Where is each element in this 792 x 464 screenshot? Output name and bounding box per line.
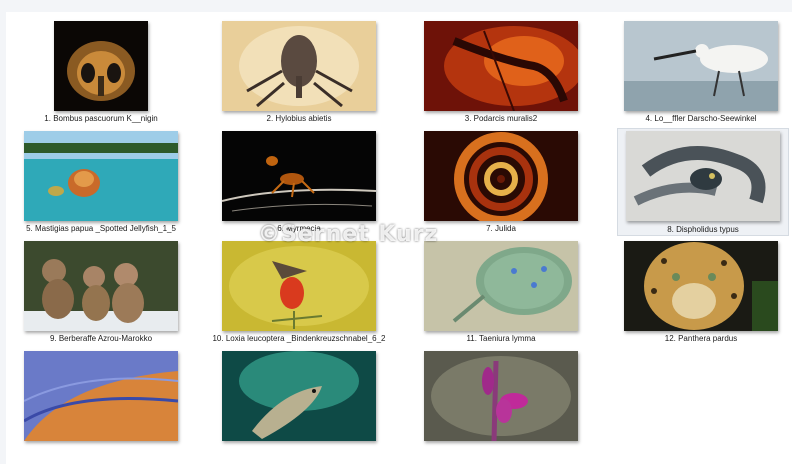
file-item-11[interactable]: 11. Taeniura lymma bbox=[402, 239, 600, 347]
file-browser-pane: 1. Bombus pascuorum K__nigin 2. Hylobius… bbox=[6, 12, 792, 464]
file-label: 4. Lo__ffler Darscho-Seewinkel bbox=[645, 114, 757, 123]
file-item-6[interactable]: 6. Myrmecia bbox=[200, 129, 398, 237]
file-item-13[interactable] bbox=[2, 349, 200, 457]
file-label: 8. Dispholidus typus bbox=[667, 225, 739, 234]
file-label: 2. Hylobius abietis bbox=[266, 114, 332, 123]
file-item-12[interactable]: 12. Panthera pardus bbox=[602, 239, 792, 347]
file-label: 9. Berberaffe Azrou-Marokko bbox=[49, 334, 153, 343]
file-label: 11. Taeniura lymma bbox=[466, 334, 536, 343]
thumbnail-millipede bbox=[424, 131, 578, 221]
thumbnail-lizard bbox=[424, 21, 578, 111]
file-item-1[interactable]: 1. Bombus pascuorum K__nigin bbox=[2, 19, 200, 127]
file-item-14[interactable] bbox=[200, 349, 398, 457]
file-item-8[interactable]: 8. Dispholidus typus bbox=[617, 128, 789, 236]
file-label: 1. Bombus pascuorum K__nigin bbox=[44, 114, 158, 123]
thumbnail-leopard bbox=[624, 241, 778, 331]
file-item-9[interactable]: 9. Berberaffe Azrou-Marokko bbox=[2, 239, 200, 347]
thumbnail-ant bbox=[222, 131, 376, 221]
file-label: 7. Julida bbox=[486, 224, 516, 233]
file-item-3[interactable]: 3. Podarcis muralis2 bbox=[402, 19, 600, 127]
file-label: 5. Mastigias papua _Spotted Jellyfish_1_… bbox=[26, 224, 176, 233]
thumbnail-jellyfish bbox=[24, 131, 178, 221]
thumbnail-stingray bbox=[424, 241, 578, 331]
thumbnail-crossbill bbox=[222, 241, 376, 331]
thumbnail-bumblebee bbox=[54, 21, 148, 111]
file-item-10[interactable]: 10. Loxia leucoptera _Bindenkreuzschnabe… bbox=[200, 239, 398, 347]
file-label: 6. Myrmecia bbox=[277, 224, 321, 233]
file-item-5[interactable]: 5. Mastigias papua _Spotted Jellyfish_1_… bbox=[2, 129, 200, 237]
thumbnail-trout bbox=[222, 351, 376, 441]
file-item-7[interactable]: 7. Julida bbox=[402, 129, 600, 237]
file-item-2[interactable]: 2. Hylobius abietis bbox=[200, 19, 398, 127]
thumbnail-spoonbill bbox=[624, 21, 778, 111]
thumbnail-orchid bbox=[424, 351, 578, 441]
thumbnail-weevil bbox=[222, 21, 376, 111]
file-label: 12. Panthera pardus bbox=[664, 334, 738, 343]
file-label: 3. Podarcis muralis2 bbox=[464, 114, 538, 123]
thumbnail-snake bbox=[626, 131, 780, 221]
file-item-4[interactable]: 4. Lo__ffler Darscho-Seewinkel bbox=[602, 19, 792, 127]
thumbnail-macaques bbox=[24, 241, 178, 331]
file-item-15[interactable] bbox=[402, 349, 600, 457]
file-label: 10. Loxia leucoptera _Bindenkreuzschnabe… bbox=[212, 334, 386, 343]
thumbnail-fish-scales bbox=[24, 351, 178, 441]
